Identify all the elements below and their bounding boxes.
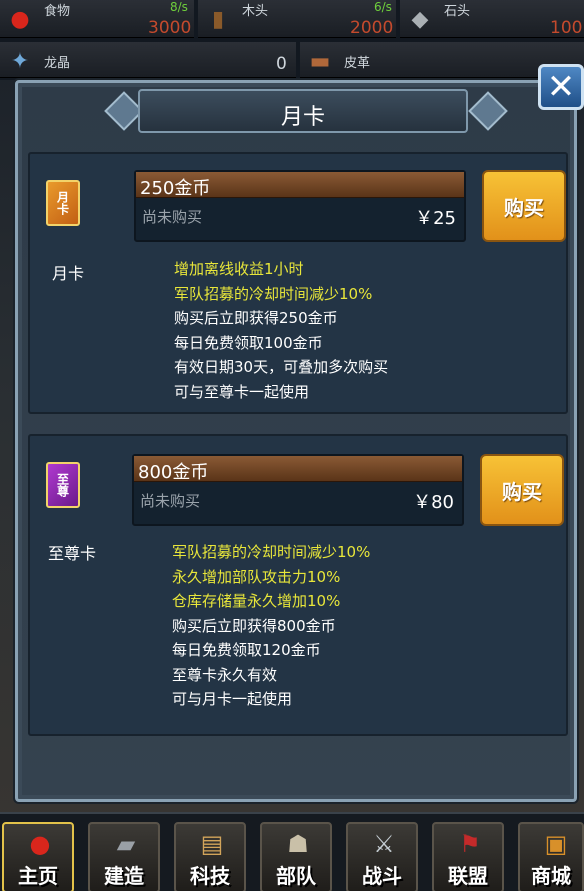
resource-value: 100	[550, 18, 583, 38]
resource-stone: ◆ 石头 100	[400, 0, 584, 38]
nav-shop[interactable]: ▣ 商城	[518, 822, 584, 891]
resource-name: 石头	[444, 4, 471, 19]
supreme-card-panel: 至尊 至尊卡 800金币 尚未购买 ￥80 购买 军队招募的冷却时间减少10% …	[28, 434, 568, 736]
nav-label: 商城	[531, 864, 571, 888]
card-benefits: 军队招募的冷却时间减少10% 永久增加部队攻击力10% 仓库存储量永久增加10%…	[172, 540, 370, 712]
purchase-status: 尚未购买	[142, 208, 203, 226]
purchase-status: 尚未购买	[140, 492, 201, 510]
resource-crystal: ✦ 龙晶 0	[0, 42, 296, 78]
nav-build[interactable]: ▰ 建造	[88, 822, 160, 891]
apple-icon: ●	[29, 830, 51, 858]
gold-amount: 250金币	[140, 178, 211, 199]
resource-value: 0	[276, 54, 287, 74]
soldier-icon: ☗	[287, 830, 309, 858]
benefit-line: 可与月卡一起使用	[172, 690, 293, 708]
nav-label: 部队	[276, 864, 316, 888]
resource-name: 龙晶	[44, 56, 71, 71]
close-icon: ✕	[546, 67, 576, 107]
card-badge: 至尊	[46, 462, 80, 508]
apple-icon: ●	[10, 6, 30, 32]
nav-home[interactable]: ● 主页	[2, 822, 74, 891]
dialog-title: 月卡	[280, 105, 325, 130]
benefit-line: 每日免费领取100金币	[174, 333, 323, 352]
gold-amount-bar: 250金币	[136, 172, 464, 199]
sword-icon: ⚔	[373, 830, 395, 858]
resource-food: ● 食物 8/s 3000	[0, 0, 194, 38]
benefit-line: 购买后立即获得800金币	[172, 616, 336, 635]
card-benefits: 增加离线收益1小时 军队招募的冷却时间减少10% 购买后立即获得250金币 每日…	[174, 257, 388, 404]
buy-button[interactable]: 购买	[480, 454, 564, 526]
resource-value: 2000	[350, 18, 394, 38]
nav-alliance[interactable]: ⚑ 联盟	[432, 822, 504, 891]
wood-icon: ▮	[211, 6, 225, 32]
stone-icon: ◆	[411, 6, 429, 32]
benefit-line: 购买后立即获得250金币	[174, 309, 338, 327]
benefit-line: 军队招募的冷却时间减少10%	[174, 284, 373, 303]
banner-icon: ⚑	[459, 830, 481, 858]
dialog-title-bar: 月卡	[138, 89, 468, 133]
benefit-line: 军队招募的冷却时间减少10%	[172, 543, 371, 561]
chest-icon: ▣	[544, 830, 568, 858]
buy-button[interactable]: 购买	[482, 170, 566, 242]
benefit-line: 可与至尊卡一起使用	[174, 382, 310, 401]
nav-label: 战斗	[362, 864, 402, 888]
nav-label: 联盟	[448, 864, 488, 888]
bottom-nav: ● 主页 ▰ 建造 ▤ 科技 ☗ 部队 ⚔ 战斗 ⚑ 联盟 ▣ 商城	[0, 812, 584, 891]
price-box: 800金币 尚未购买 ￥80	[132, 454, 464, 526]
resource-name: 皮革	[344, 56, 371, 71]
price-box: 250金币 尚未购买 ￥25	[134, 170, 466, 242]
resource-rate: 6/s	[374, 0, 392, 14]
gold-amount: 800金币	[138, 462, 209, 483]
resource-bar: ● 食物 8/s 3000 ▮ 木头 6/s 2000 ◆ 石头 100 ✦ 龙…	[0, 0, 584, 80]
benefit-line: 永久增加部队攻击力10%	[172, 567, 341, 586]
benefit-line: 每日免费领取120金币	[172, 641, 321, 659]
nav-battle[interactable]: ⚔ 战斗	[346, 822, 418, 891]
crystal-icon: ✦	[10, 48, 30, 74]
nav-label: 科技	[190, 864, 230, 888]
resource-value: 3000	[148, 18, 192, 38]
scroll-icon: ▤	[200, 830, 224, 858]
close-button[interactable]: ✕	[538, 64, 584, 110]
nav-label: 主页	[18, 864, 58, 888]
price: ￥25	[415, 208, 456, 229]
resource-wood: ▮ 木头 6/s 2000	[198, 0, 396, 38]
card-name: 至尊卡	[48, 544, 97, 563]
card-badge: 月卡	[46, 180, 80, 226]
benefit-line: 增加离线收益1小时	[174, 260, 304, 278]
hammer-icon: ▰	[116, 830, 136, 858]
card-name: 月卡	[52, 264, 85, 283]
resource-name: 食物	[44, 4, 71, 19]
benefit-line: 仓库存储量永久增加10%	[172, 592, 341, 610]
nav-label: 建造	[104, 864, 144, 888]
month-card-panel: 月卡 月卡 250金币 尚未购买 ￥25 购买 增加离线收益1小时 军队招募的冷…	[28, 152, 568, 414]
nav-troops[interactable]: ☗ 部队	[260, 822, 332, 891]
benefit-line: 至尊卡永久有效	[172, 665, 278, 684]
gold-amount-bar: 800金币	[134, 456, 462, 483]
nav-tech[interactable]: ▤ 科技	[174, 822, 246, 891]
month-card-icon: 月卡	[40, 174, 86, 232]
leather-icon: ▬	[309, 48, 331, 74]
resource-rate: 8/s	[170, 0, 188, 14]
supreme-card-icon: 至尊	[40, 456, 86, 514]
resource-name: 木头	[242, 4, 269, 19]
benefit-line: 有效日期30天，可叠加多次购买	[174, 358, 389, 376]
price: ￥80	[413, 492, 454, 513]
